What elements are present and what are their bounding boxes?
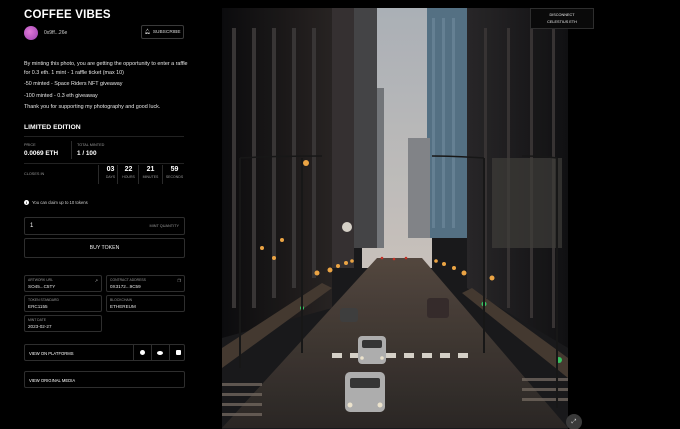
description-line: -100 minted - 0.3 eth giveaway bbox=[24, 92, 98, 99]
etherscan-icon bbox=[175, 350, 181, 355]
view-original-media-button[interactable]: VIEW ORIGINAL MEDIA bbox=[24, 371, 185, 388]
description-line: -50 minted - Space Riders NFT giveaway bbox=[24, 81, 123, 88]
countdown-hours-value: 22 bbox=[124, 166, 133, 173]
quantity-label: MINT QUANTITY bbox=[149, 224, 179, 228]
creator-address[interactable]: 0x9ff...26e bbox=[44, 30, 67, 36]
mint-date-box: MINT DATE 2023-02-27 bbox=[24, 315, 102, 332]
divider bbox=[71, 141, 72, 159]
platform-button-1[interactable] bbox=[133, 344, 150, 361]
mint-date-label: MINT DATE bbox=[28, 318, 46, 322]
claim-note: i You can claim up to 10 tokens bbox=[24, 200, 88, 205]
closes-in-label: CLOSES IN bbox=[24, 172, 45, 176]
minted-label: TOTAL MINTED bbox=[77, 143, 105, 147]
opensea-icon bbox=[139, 350, 145, 355]
buy-token-button[interactable]: BUY TOKEN bbox=[24, 238, 185, 258]
info-icon: i bbox=[24, 200, 29, 205]
countdown-minutes: 21 MINUTES bbox=[139, 166, 162, 179]
city-street-photo bbox=[222, 8, 568, 429]
blockchain-box: BLOCKCHAIN ETHEREUM bbox=[106, 295, 185, 312]
view-on-platforms-label: VIEW ON PLATFORMS bbox=[29, 351, 74, 356]
page-title: COFFEE VIBES bbox=[24, 9, 111, 21]
countdown-hours-label: HOURS bbox=[122, 175, 135, 179]
token-standard-label: TOKEN STANDARD bbox=[28, 298, 59, 302]
copy-icon[interactable]: ❐ bbox=[177, 278, 181, 283]
blockchain-value: ETHEREUM bbox=[110, 304, 136, 309]
artwork-url-label: ARTWORK URL bbox=[28, 278, 53, 282]
token-standard-value: ERC1155 bbox=[28, 304, 48, 309]
countdown-hours: 22 HOURS bbox=[117, 166, 140, 179]
expand-icon[interactable]: ⤢ bbox=[566, 414, 582, 429]
left-panel: COFFEE VIBES 0x9ff...26e 🔔︎ SUBSCRIBE By… bbox=[0, 0, 200, 429]
quantity-input[interactable]: 1 MINT QUANTITY bbox=[24, 217, 185, 235]
description-line: Thank you for supporting my photography … bbox=[24, 104, 161, 111]
artwork-image[interactable] bbox=[222, 8, 568, 429]
wallet-disconnect-label: DISCONNECT bbox=[549, 13, 575, 17]
countdown-seconds-value: 59 bbox=[170, 166, 179, 173]
claim-note-text: You can claim up to 10 tokens bbox=[32, 200, 88, 205]
blockchain-label: BLOCKCHAIN bbox=[110, 298, 133, 302]
platform-button-2[interactable] bbox=[151, 344, 168, 361]
divider bbox=[24, 136, 184, 137]
mint-date-value: 2023-02-27 bbox=[28, 324, 52, 329]
eye-icon bbox=[157, 350, 163, 355]
subscribe-label: SUBSCRIBE bbox=[152, 29, 181, 35]
price-label: PRICE bbox=[24, 143, 36, 147]
edition-heading: LIMITED EDITION bbox=[24, 124, 81, 131]
contract-address-box[interactable]: CONTRACT ADDRESS 0X3172...9C59 ❐ bbox=[106, 275, 185, 292]
platform-button-3[interactable] bbox=[169, 344, 186, 361]
countdown-seconds: 59 SECONDS bbox=[163, 166, 186, 179]
view-original-media-label: VIEW ORIGINAL MEDIA bbox=[29, 378, 76, 383]
subscribe-button[interactable]: 🔔︎ SUBSCRIBE bbox=[141, 25, 184, 39]
contract-address-value: 0X3172...9C59 bbox=[110, 284, 141, 289]
bell-icon: 🔔︎ bbox=[144, 29, 151, 35]
avatar[interactable] bbox=[24, 26, 38, 40]
minted-value: 1 / 100 bbox=[77, 150, 97, 157]
description: By minting this photo, you are getting t… bbox=[24, 60, 189, 115]
description-line: By minting this photo, you are getting t… bbox=[24, 61, 188, 76]
countdown-minutes-label: MINUTES bbox=[142, 175, 159, 179]
token-standard-box: TOKEN STANDARD ERC1155 bbox=[24, 295, 102, 312]
price-value: 0.0069 ETH bbox=[24, 150, 59, 157]
artwork-url-box[interactable]: ARTWORK URL SO45...C5TY ↗ bbox=[24, 275, 102, 292]
view-on-platforms-row: VIEW ON PLATFORMS bbox=[24, 344, 185, 361]
contract-address-label: CONTRACT ADDRESS bbox=[110, 278, 146, 282]
countdown-seconds-label: SECONDS bbox=[165, 175, 184, 179]
external-link-icon[interactable]: ↗ bbox=[95, 278, 98, 283]
quantity-value[interactable]: 1 bbox=[30, 223, 33, 229]
wallet-name-label: CELESTIUS ETH bbox=[547, 20, 577, 24]
countdown-minutes-value: 21 bbox=[146, 166, 155, 173]
wallet-disconnect-button[interactable]: DISCONNECT CELESTIUS ETH bbox=[530, 8, 594, 29]
artwork-url-value: SO45...C5TY bbox=[28, 284, 56, 289]
divider bbox=[24, 163, 184, 164]
